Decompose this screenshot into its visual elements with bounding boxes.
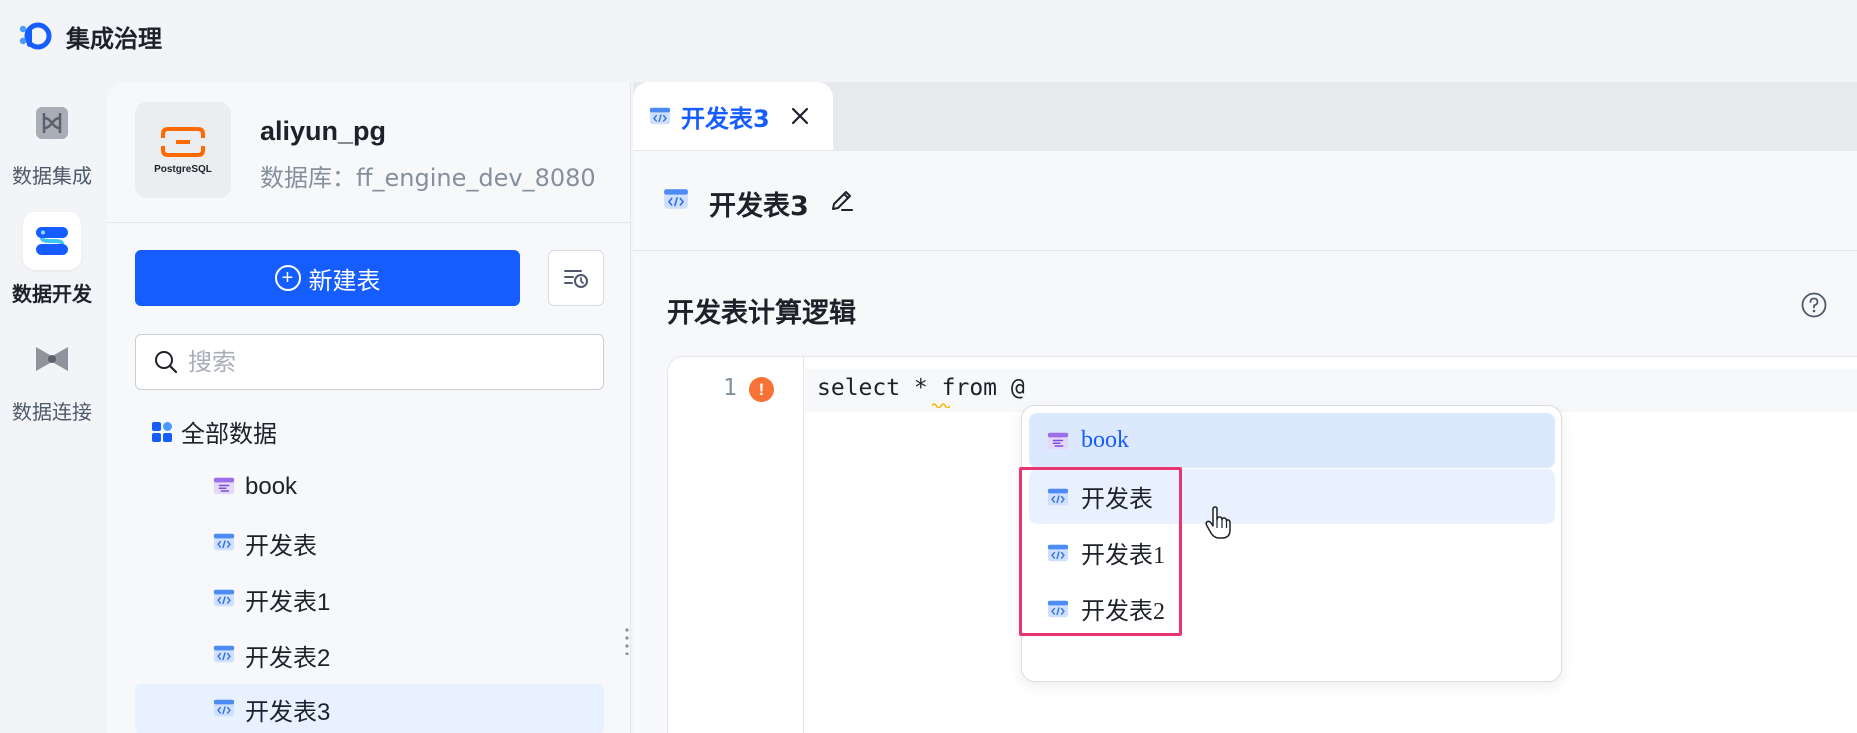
dev-table-icon: [213, 644, 235, 664]
plus-circle-icon: +: [274, 265, 301, 291]
close-icon: [791, 107, 808, 125]
search-input[interactable]: [188, 348, 588, 376]
table-icon: [1047, 431, 1069, 451]
tree-root-label: 全部数据: [181, 420, 277, 448]
dev-table-icon: [649, 106, 671, 126]
left-rail: 数据集成 数据开发 数据连接: [0, 82, 104, 436]
hand-pointer-icon: [1205, 506, 1231, 539]
rail-item-data-connection[interactable]: 数据连接: [0, 318, 104, 436]
page-title: 开发表3: [709, 191, 809, 222]
line-number: 1: [723, 375, 737, 401]
dev-table-icon: [213, 588, 235, 608]
postgresql-logo-icon: [161, 126, 205, 157]
grid-apps-icon: [152, 421, 172, 442]
close-tab-button[interactable]: [788, 104, 812, 128]
sort-history-button[interactable]: [548, 250, 604, 306]
dev-table-icon: [213, 698, 235, 718]
suggestion-dev-table-1[interactable]: 开发表1: [1029, 525, 1555, 580]
tree-root-all-data[interactable]: 全部数据: [151, 414, 277, 449]
top-bar: 集成治理: [0, 0, 1857, 72]
tree-item-label: 开发表1: [245, 588, 331, 616]
editor-gutter: 1 !: [668, 357, 804, 733]
datasource-name: aliyun_pg: [260, 116, 387, 146]
help-icon[interactable]: [1801, 292, 1827, 318]
suggestion-dev-table-2[interactable]: 开发表2: [1029, 581, 1555, 636]
dev-table-icon: [1047, 599, 1069, 619]
new-table-button[interactable]: + 新建表: [135, 250, 520, 306]
rail-item-data-integration[interactable]: 数据集成: [0, 82, 104, 200]
app-title: 集成治理: [66, 24, 162, 53]
sidebar-panel: PostgreSQL aliyun_pg 数据库：ff_engine_dev_8…: [107, 82, 631, 733]
suggestion-dev-table[interactable]: 开发表: [1029, 469, 1555, 524]
tree-item-label: 开发表: [245, 532, 317, 560]
table-icon: [213, 476, 235, 496]
warning-icon[interactable]: !: [749, 377, 774, 402]
list-clock-icon: [564, 270, 588, 288]
tree-item-book[interactable]: book: [135, 462, 604, 512]
new-table-label: 新建表: [308, 267, 381, 295]
search-icon: [155, 351, 178, 374]
page-header: 开发表3: [633, 151, 1857, 251]
data-integration-icon: [36, 106, 68, 139]
rail-label: 数据集成: [12, 163, 92, 188]
tree-item-label: book: [245, 473, 298, 500]
section-title: 开发表计算逻辑: [667, 298, 856, 329]
suggestion-label: 开发表1: [1081, 543, 1165, 569]
tree-item-dev-table[interactable]: 开发表: [135, 518, 604, 568]
rail-label: 数据开发: [12, 281, 92, 306]
data-connection-icon: [36, 346, 68, 371]
dev-table-icon: [1047, 543, 1069, 563]
tree-item-label: 开发表3: [245, 698, 331, 726]
rail-label: 数据连接: [12, 399, 92, 424]
warning-squiggle-icon: [932, 403, 950, 408]
tab-label: 开发表3: [681, 104, 770, 133]
tree-item-dev-table-1[interactable]: 开发表1: [135, 574, 604, 624]
tab-dev-table-3[interactable]: 开发表3: [633, 82, 833, 150]
tab-strip: 开发表3: [633, 82, 1857, 150]
suggestion-label: 开发表: [1081, 487, 1153, 513]
datasource-database: 数据库：ff_engine_dev_8080: [260, 164, 596, 192]
autocomplete-dropdown: book 开发表 开发表1 开发表2: [1021, 405, 1562, 682]
dev-table-icon: [1047, 487, 1069, 507]
data-development-icon: [36, 226, 68, 255]
suggestion-label: book: [1081, 427, 1129, 453]
datasource-logo: PostgreSQL: [135, 102, 231, 198]
suggestion-label: 开发表2: [1081, 599, 1165, 625]
datasource-logo-label: PostgreSQL: [154, 163, 212, 175]
suggestion-book[interactable]: book: [1029, 413, 1555, 468]
tree-item-label: 开发表2: [245, 644, 331, 672]
app-logo-icon: [16, 17, 54, 55]
tree-item-dev-table-3[interactable]: 开发表3: [135, 684, 604, 733]
edit-pencil-icon[interactable]: [829, 187, 855, 213]
dev-table-icon: [663, 187, 689, 211]
rail-item-data-development[interactable]: 数据开发: [0, 200, 104, 318]
code-line[interactable]: select * from @: [817, 375, 1025, 401]
tree-item-dev-table-2[interactable]: 开发表2: [135, 630, 604, 680]
dev-table-icon: [213, 532, 235, 552]
search-box: [135, 334, 604, 390]
divider: [107, 222, 631, 223]
